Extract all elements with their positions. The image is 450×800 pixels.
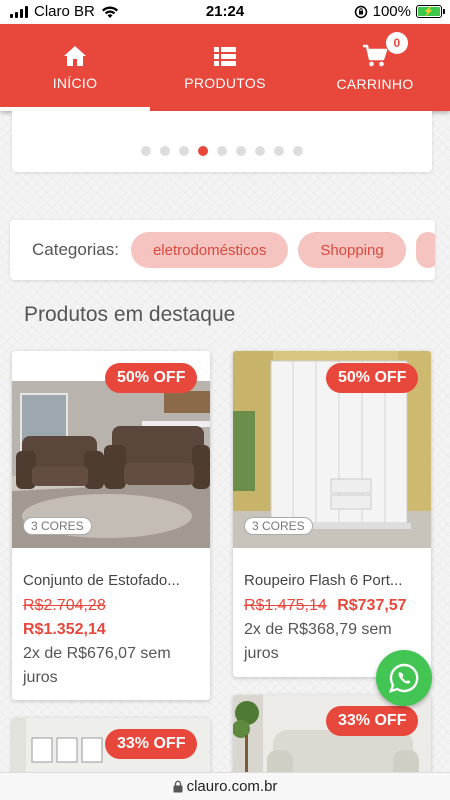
carousel-dot[interactable]	[293, 146, 303, 156]
cart-icon	[363, 44, 388, 66]
price-row: R$1.475,14 R$737,57	[244, 597, 407, 615]
top-nav: INÍCIO PRODUTOS CARRINHO 0	[0, 24, 450, 111]
product-name: Roupeiro Flash 6 Port...	[244, 572, 403, 589]
category-chip-eletrodomesticos[interactable]: eletrodomésticos	[130, 232, 289, 268]
tab-produtos[interactable]: PRODUTOS	[150, 24, 300, 111]
tab-carrinho[interactable]: CARRINHO 0	[300, 24, 450, 111]
battery-icon: ⚡	[416, 5, 445, 18]
whatsapp-icon	[389, 663, 419, 693]
colors-badge: 3 CORES	[244, 517, 313, 535]
tab-carrinho-label: CARRINHO	[336, 75, 414, 92]
section-title: Produtos em destaque	[24, 303, 236, 326]
carousel-dot[interactable]	[141, 146, 151, 156]
carousel-dot[interactable]	[274, 146, 284, 156]
battery-percent: 100%	[372, 3, 411, 20]
old-price: R$1.475,14	[244, 597, 327, 614]
url-text: clauro.com.br	[186, 778, 278, 795]
home-icon	[64, 45, 86, 66]
banner-carousel[interactable]	[12, 111, 432, 172]
carousel-dot[interactable]	[217, 146, 227, 156]
carousel-dot[interactable]	[179, 146, 189, 156]
discount-badge: 33% OFF	[105, 729, 198, 759]
discount-badge: 50% OFF	[105, 363, 198, 393]
whatsapp-button[interactable]	[376, 650, 432, 706]
product-card[interactable]: 50% OFF 3 CORES Conjunto de Estofado... …	[12, 351, 210, 700]
lock-icon	[173, 780, 183, 793]
carousel-dot[interactable]	[255, 146, 265, 156]
tab-inicio-label: INÍCIO	[52, 74, 98, 91]
old-price-row: R$2.704,28	[23, 597, 106, 615]
installments: 2x de R$676,07 sem juros	[23, 645, 171, 686]
new-price: R$737,57	[337, 597, 407, 614]
new-price: R$1.352,14	[23, 621, 106, 638]
colors-badge: 3 CORES	[23, 517, 92, 535]
tab-produtos-label: PRODUTOS	[184, 74, 266, 91]
carousel-dot[interactable]	[160, 146, 170, 156]
orientation-lock-icon	[354, 5, 367, 18]
categories-bar: Categorias: eletrodomésticos Shopping	[10, 220, 435, 280]
carousel-dot[interactable]	[198, 146, 208, 156]
product-card[interactable]: 50% OFF 3 CORES Roupeiro Flash 6 Port...…	[233, 351, 431, 677]
carousel-dots	[12, 146, 432, 156]
categories-label: Categorias:	[32, 240, 119, 259]
list-icon	[214, 46, 236, 66]
new-price-row: R$1.352,14	[23, 621, 106, 639]
category-chip-more[interactable]	[415, 232, 435, 268]
discount-badge: 33% OFF	[326, 706, 419, 736]
status-right: 100% ⚡	[354, 3, 445, 20]
tab-inicio[interactable]: INÍCIO	[0, 24, 150, 111]
discount-badge: 50% OFF	[326, 363, 419, 393]
category-chip-shopping[interactable]: Shopping	[298, 232, 406, 268]
carousel-dot[interactable]	[236, 146, 246, 156]
old-price: R$2.704,28	[23, 597, 106, 614]
product-name: Conjunto de Estofado...	[23, 572, 180, 589]
cart-count-badge: 0	[386, 32, 408, 54]
status-bar: Claro BR 21:24 100% ⚡	[0, 0, 450, 24]
browser-url-bar[interactable]: clauro.com.br	[0, 772, 450, 800]
